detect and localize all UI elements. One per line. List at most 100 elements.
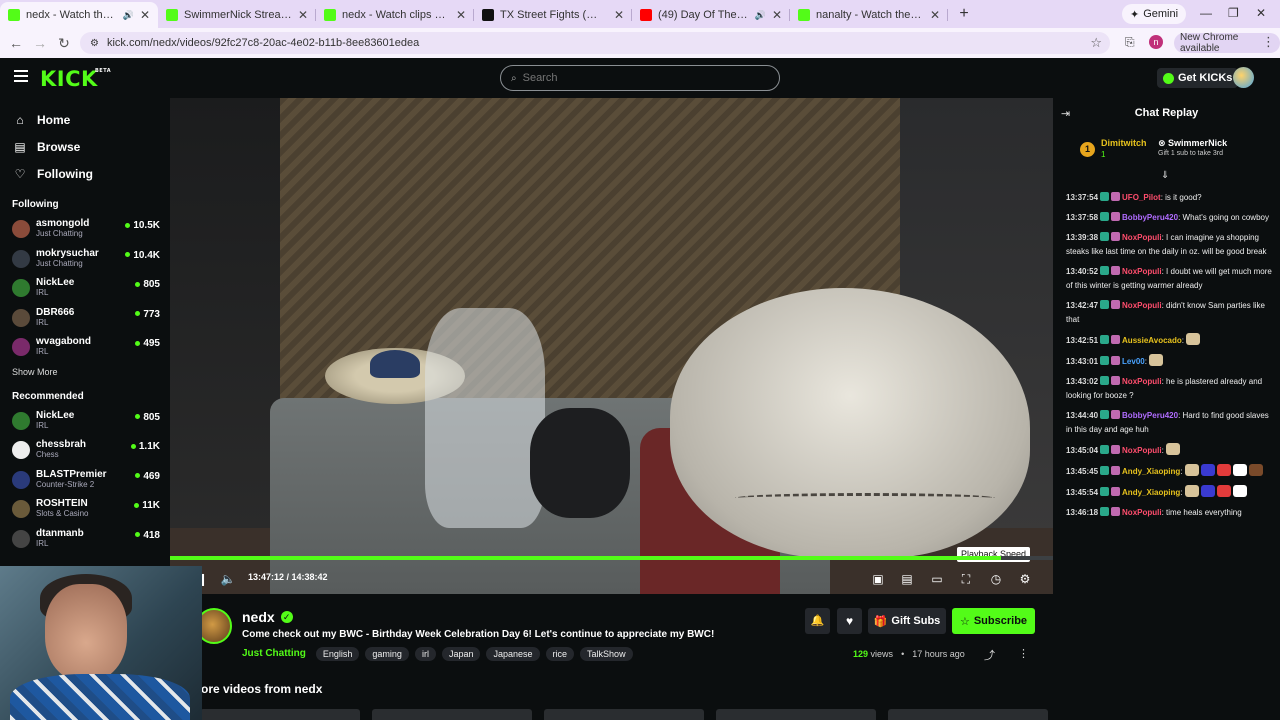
sidebar-channel[interactable]: asmongold Just Chatting 10.5K xyxy=(0,215,170,245)
menu-icon[interactable] xyxy=(14,70,28,82)
search-bar[interactable]: ⌕ xyxy=(500,65,780,91)
message-username[interactable]: NoxPopuli xyxy=(1122,267,1162,276)
bookmark-star-icon[interactable]: ☆ xyxy=(1090,35,1102,51)
tab-audio-icon[interactable]: 🔊 xyxy=(755,10,766,21)
expand-leaderboard-icon[interactable]: ⇓ xyxy=(1161,170,1169,181)
notification-bell-icon[interactable]: 🔔 xyxy=(805,608,830,634)
message-username[interactable]: Andy_Xiaoping xyxy=(1122,467,1180,476)
sidebar-channel[interactable]: dtanmanb IRL 418 xyxy=(0,525,170,555)
sidebar-channel[interactable]: NickLee IRL 805 xyxy=(0,407,170,437)
browser-tab[interactable]: TX Street Fights (@txstreetfight ✕ xyxy=(474,2,632,28)
browser-menu-icon[interactable]: ⋮ xyxy=(1262,34,1275,50)
video-thumbnail[interactable] xyxy=(888,709,1048,720)
url-field[interactable]: ⚙ kick.com/nedx/videos/92fc27c8-20ac-4e0… xyxy=(80,32,1110,54)
channel-avatar xyxy=(12,220,30,238)
show-more-link[interactable]: Show More xyxy=(0,363,170,381)
browser-tab[interactable]: SwimmerNick Stream - Watch L ✕ xyxy=(158,2,316,28)
kick-logo[interactable]: KICK BETA xyxy=(40,67,111,91)
back-icon[interactable]: ← xyxy=(4,35,28,51)
video-thumbnail[interactable] xyxy=(372,709,532,720)
leaderboard-count: 1 xyxy=(1101,150,1106,159)
miniplayer-icon[interactable]: ▣ xyxy=(870,571,886,587)
emote-icon xyxy=(1184,485,1199,497)
sidebar-channel[interactable]: mokrysuchar Just Chatting 10.4K xyxy=(0,245,170,275)
message-username[interactable]: NoxPopuli xyxy=(1122,301,1162,310)
settings-gear-icon[interactable]: ⚙ xyxy=(1017,571,1033,587)
message-username[interactable]: Lev00 xyxy=(1122,357,1145,366)
site-info-icon[interactable]: ⚙ xyxy=(90,38,99,49)
reading-list-icon[interactable]: ⎘ xyxy=(1125,35,1135,50)
sidebar-channel[interactable]: DBR666 IRL 773 xyxy=(0,304,170,334)
tag-chip[interactable]: irl xyxy=(414,647,436,661)
leaderboard-user[interactable]: Dimitwitch xyxy=(1101,138,1147,148)
emote-icon xyxy=(1186,333,1201,345)
sidebar-nav-following[interactable]: ♡ Following xyxy=(0,160,170,187)
live-dot-icon xyxy=(135,281,141,287)
close-tab-icon[interactable]: ✕ xyxy=(298,8,308,22)
fullscreen-icon[interactable]: ⛶ xyxy=(958,571,974,587)
video-player[interactable]: Playback Speed ❚ 🔈 13:47:12 / 14:38:42 ▣… xyxy=(170,98,1053,594)
browser-tab[interactable]: nanalty - Watch the VOD on Ki ✕ xyxy=(790,2,948,28)
close-tab-icon[interactable]: ✕ xyxy=(930,8,940,22)
close-window-icon[interactable]: ✕ xyxy=(1256,6,1266,20)
message-username[interactable]: BobbyPeru420 xyxy=(1122,213,1178,222)
user-avatar[interactable] xyxy=(1233,67,1254,88)
follow-heart-icon[interactable]: ♥ xyxy=(837,608,862,634)
browser-tab[interactable]: (49) Day Of The Dead Soun 🔊 ✕ xyxy=(632,2,790,28)
time-display: 13:47:12 / 14:38:42 xyxy=(248,572,328,582)
share-icon[interactable]: ⤴ xyxy=(984,647,995,663)
reload-icon[interactable]: ↻ xyxy=(52,35,76,52)
forward-icon[interactable]: → xyxy=(28,35,52,51)
tag-chip[interactable]: Japan xyxy=(441,647,481,661)
tag-chip[interactable]: TalkShow xyxy=(580,647,633,661)
seek-bar[interactable] xyxy=(170,556,1053,560)
tab-audio-icon[interactable]: 🔊 xyxy=(123,10,134,21)
tag-chip[interactable]: rice xyxy=(545,647,575,661)
video-thumbnail[interactable] xyxy=(200,709,360,720)
close-tab-icon[interactable]: ✕ xyxy=(614,8,624,22)
maximize-icon[interactable]: ❐ xyxy=(1228,6,1239,20)
subscribe-button[interactable]: ☆ Subscribe xyxy=(952,608,1035,634)
message-username[interactable]: Andy_Xiaoping xyxy=(1122,488,1180,497)
theater-mode-icon[interactable]: ▭ xyxy=(929,571,945,587)
gemini-button[interactable]: ✦ Gemini xyxy=(1122,4,1187,24)
sidebar-nav-home[interactable]: ⌂ Home xyxy=(0,106,170,133)
new-tab-button[interactable]: + xyxy=(954,5,974,23)
message-username[interactable]: UFO_Pilot xyxy=(1122,193,1161,202)
browser-tab[interactable]: nedx - Watch the VOD on K 🔊 ✕ xyxy=(0,2,158,28)
tag-chip[interactable]: English xyxy=(315,647,360,661)
minimize-icon[interactable]: — xyxy=(1200,6,1212,20)
browser-tab[interactable]: nedx - Watch clips on Kick ✕ xyxy=(316,2,474,28)
message-username[interactable]: NoxPopuli xyxy=(1122,446,1162,455)
profile-avatar[interactable]: n xyxy=(1149,35,1163,49)
gift-subs-button[interactable]: 🎁 Gift Subs xyxy=(868,608,946,634)
channel-name[interactable]: nedx ✓ xyxy=(242,609,293,625)
playback-speed-icon[interactable]: ◷ xyxy=(988,571,1004,587)
clip-icon[interactable]: ▤ xyxy=(899,571,915,587)
message-username[interactable]: AussieAvocado xyxy=(1122,336,1182,345)
sidebar-nav-browse[interactable]: ▤ Browse xyxy=(0,133,170,160)
close-tab-icon[interactable]: ✕ xyxy=(772,8,782,22)
search-input[interactable] xyxy=(522,72,763,84)
close-tab-icon[interactable]: ✕ xyxy=(140,8,150,22)
sidebar-channel[interactable]: chessbrah Chess 1.1K xyxy=(0,436,170,466)
sidebar-channel[interactable]: NickLee IRL 805 xyxy=(0,274,170,304)
sidebar-channel[interactable]: wvagabond IRL 495 xyxy=(0,333,170,363)
get-kicks-button[interactable]: Get KICKs xyxy=(1157,68,1239,88)
message-username[interactable]: BobbyPeru420 xyxy=(1122,411,1178,420)
more-options-icon[interactable]: ⋮ xyxy=(1018,647,1029,660)
tag-chip[interactable]: gaming xyxy=(365,647,409,661)
message-username[interactable]: NoxPopuli xyxy=(1122,377,1162,386)
tag-chip[interactable]: Japanese xyxy=(486,647,540,661)
video-thumbnail[interactable] xyxy=(716,709,876,720)
sidebar-channel[interactable]: ROSHTEIN Slots & Casino 11K xyxy=(0,495,170,525)
volume-icon[interactable]: 🔈 xyxy=(220,571,236,587)
leaderboard-user[interactable]: ⊗ SwimmerNick xyxy=(1158,138,1227,149)
video-thumbnail[interactable] xyxy=(544,709,704,720)
close-tab-icon[interactable]: ✕ xyxy=(456,8,466,22)
category-link[interactable]: Just Chatting xyxy=(242,648,306,659)
message-username[interactable]: NoxPopuli xyxy=(1122,233,1162,242)
badge-icon xyxy=(1111,445,1121,454)
message-username[interactable]: NoxPopuli xyxy=(1122,508,1162,517)
sidebar-channel[interactable]: BLASTPremier Counter-Strike 2 469 xyxy=(0,466,170,496)
